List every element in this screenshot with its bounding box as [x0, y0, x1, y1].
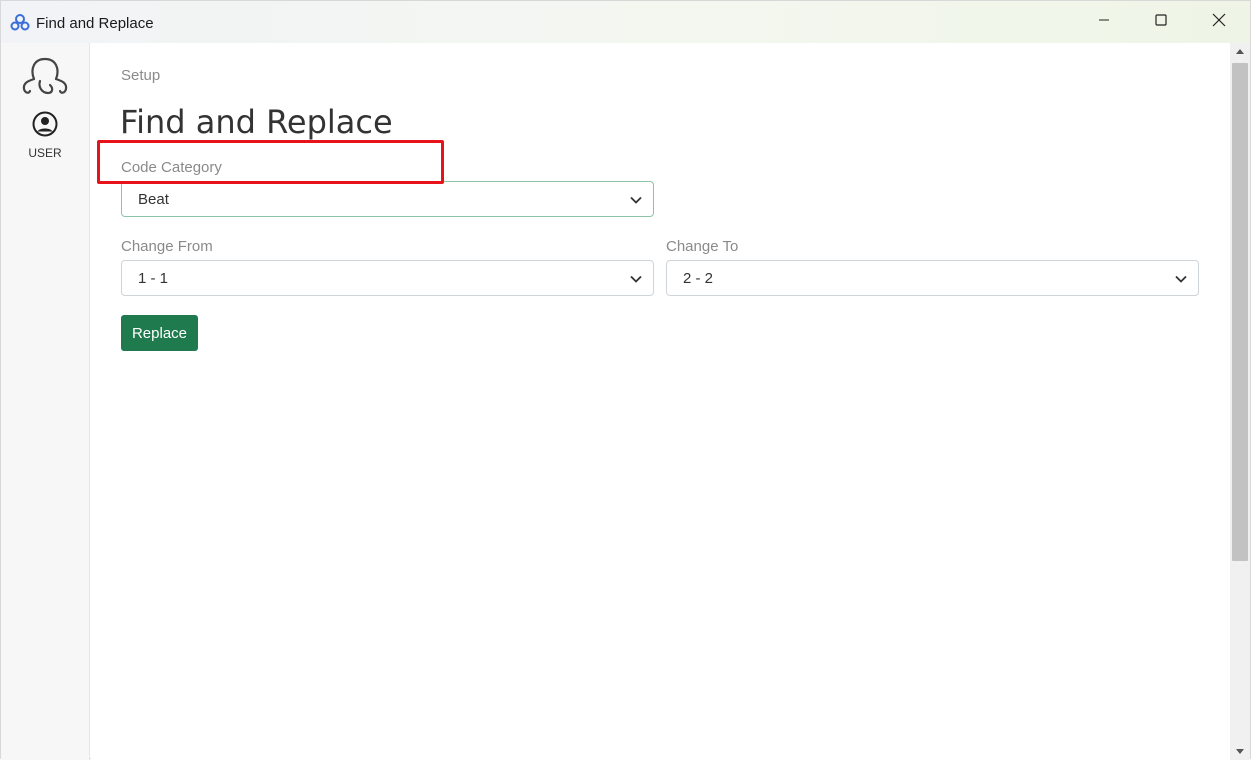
maximize-button[interactable] — [1132, 1, 1190, 43]
close-button[interactable] — [1190, 1, 1248, 43]
change-from-select[interactable]: 1 - 1 — [121, 260, 654, 296]
breadcrumb[interactable]: Setup — [121, 67, 160, 84]
chevron-down-icon — [1174, 272, 1188, 286]
minimize-button[interactable] — [1075, 1, 1133, 43]
octopus-logo-icon[interactable] — [20, 55, 70, 99]
code-category-select[interactable]: Beat — [121, 181, 654, 217]
window-title: Find and Replace — [36, 15, 154, 32]
change-to-label: Change To — [666, 238, 739, 255]
maximize-icon — [1155, 13, 1167, 31]
scroll-down-icon[interactable] — [1236, 749, 1244, 754]
code-category-value: Beat — [138, 190, 169, 208]
title-bar: Find and Replace — [1, 1, 1250, 43]
change-to-value: 2 - 2 — [683, 269, 714, 287]
change-to-select[interactable]: 2 - 2 — [666, 260, 1199, 296]
scroll-up-icon[interactable] — [1236, 49, 1244, 54]
chevron-down-icon — [629, 193, 643, 207]
change-from-label: Change From — [121, 238, 213, 255]
app-window: Find and Replace USER Setup Find and Rep… — [0, 0, 1251, 760]
sidebar: USER — [1, 43, 90, 760]
scroll-thumb[interactable] — [1232, 63, 1248, 561]
user-circle-icon — [32, 111, 58, 142]
replace-button[interactable]: Replace — [121, 315, 198, 351]
close-icon — [1212, 13, 1226, 32]
minimize-icon — [1098, 13, 1110, 31]
user-button[interactable]: USER — [17, 111, 73, 161]
page-title: Find and Replace — [120, 103, 393, 141]
highlight-annotation — [97, 140, 444, 184]
chevron-down-icon — [629, 272, 643, 286]
user-label: USER — [28, 146, 62, 160]
change-from-value: 1 - 1 — [138, 269, 169, 287]
vertical-scrollbar[interactable] — [1230, 43, 1250, 760]
app-logo-icon — [10, 14, 30, 32]
